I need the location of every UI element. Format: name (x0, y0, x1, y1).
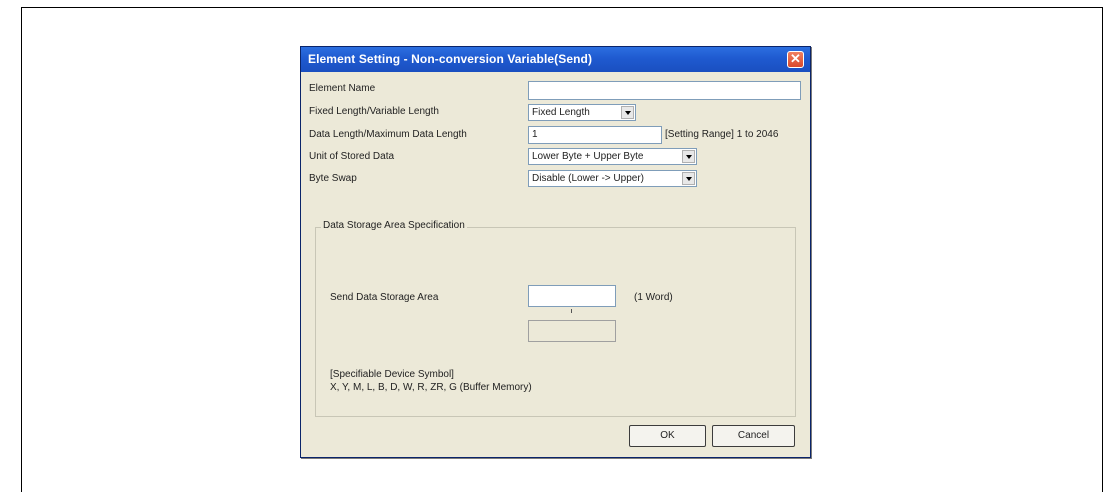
byte-swap-select[interactable]: Disable (Lower -> Upper) (528, 170, 697, 187)
length-type-label: Fixed Length/Variable Length (309, 106, 439, 117)
chevron-down-icon[interactable] (682, 172, 695, 185)
length-type-value: Fixed Length (532, 107, 590, 118)
chevron-down-icon[interactable] (682, 150, 695, 163)
data-length-label: Data Length/Maximum Data Length (309, 129, 467, 140)
title-bar[interactable]: Element Setting - Non-conversion Variabl… (301, 47, 810, 72)
unit-select[interactable]: Lower Byte + Upper Byte (528, 148, 697, 165)
element-setting-dialog: Element Setting - Non-conversion Variabl… (300, 46, 811, 458)
element-name-input[interactable] (528, 81, 801, 100)
send-area-unit: (1 Word) (634, 292, 673, 303)
send-area-label: Send Data Storage Area (330, 292, 439, 303)
close-button[interactable]: ✕ (787, 51, 804, 68)
device-symbol-title: [Specifiable Device Symbol] (330, 369, 454, 380)
data-length-input[interactable]: 1 (528, 126, 662, 144)
send-area-input[interactable] (528, 285, 616, 307)
unit-label: Unit of Stored Data (309, 151, 395, 162)
unit-value: Lower Byte + Upper Byte (532, 151, 644, 162)
range-connector (571, 309, 572, 313)
send-area-end-field (528, 320, 616, 342)
cancel-button[interactable]: Cancel (712, 425, 795, 447)
ok-button[interactable]: OK (629, 425, 706, 447)
dialog-title: Element Setting - Non-conversion Variabl… (308, 52, 593, 66)
chevron-down-icon[interactable] (621, 106, 634, 119)
length-type-select[interactable]: Fixed Length (528, 104, 636, 121)
close-icon: ✕ (790, 51, 801, 66)
storage-area-legend: Data Storage Area Specification (321, 220, 467, 231)
byte-swap-value: Disable (Lower -> Upper) (532, 173, 644, 184)
element-name-label: Element Name (309, 83, 376, 94)
device-symbol-list: X, Y, M, L, B, D, W, R, ZR, G (Buffer Me… (330, 382, 532, 393)
data-length-range: [Setting Range] 1 to 2046 (665, 129, 779, 140)
byte-swap-label: Byte Swap (309, 173, 357, 184)
